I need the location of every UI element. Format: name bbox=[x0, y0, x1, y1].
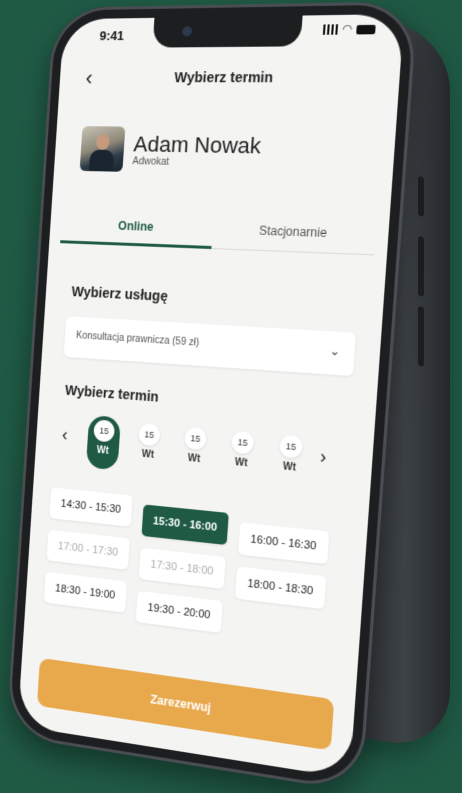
phone-side-button bbox=[418, 176, 424, 217]
profile-role: Adwokat bbox=[132, 155, 170, 168]
chevron-down-icon: ⌄ bbox=[329, 343, 341, 359]
date-chip[interactable]: 15 Wt bbox=[223, 426, 261, 483]
date-number: 15 bbox=[279, 434, 303, 459]
profile-card: Adam Nowak Adwokat bbox=[79, 126, 263, 175]
profile-name: Adam Nowak bbox=[132, 131, 262, 158]
date-chip[interactable]: 15 Wt bbox=[176, 422, 213, 479]
date-chip[interactable]: 15 Wt bbox=[85, 415, 121, 471]
avatar-suit bbox=[88, 149, 115, 172]
phone-notch bbox=[152, 15, 303, 48]
date-number: 15 bbox=[231, 430, 255, 455]
tab-stacjonarnie[interactable]: Stacjonarnie bbox=[211, 214, 376, 254]
time-slot[interactable]: 18:00 - 18:30 bbox=[234, 566, 327, 610]
term-section-title: Wybierz termin bbox=[64, 382, 160, 405]
date-day: Wt bbox=[282, 461, 297, 474]
page-title: Wybierz termin bbox=[173, 68, 274, 86]
time-slot[interactable]: 16:00 - 16:30 bbox=[237, 522, 330, 565]
time-slot[interactable]: 18:30 - 19:00 bbox=[43, 571, 127, 613]
signal-icon bbox=[323, 24, 339, 35]
date-chip[interactable]: 15 Wt bbox=[131, 419, 167, 475]
status-time: 9:41 bbox=[99, 28, 125, 44]
date-number: 15 bbox=[138, 423, 161, 447]
phone-screen: 9:41 ◠ ‹ Wybierz termin Adam Nowak Adwok… bbox=[17, 13, 405, 779]
date-day: Wt bbox=[187, 452, 201, 466]
date-day: Wt bbox=[234, 457, 248, 470]
date-day: Wt bbox=[141, 448, 155, 461]
phone-side-button bbox=[418, 236, 424, 297]
service-section-title: Wybierz usługę bbox=[71, 283, 169, 304]
phone-side-button bbox=[418, 306, 424, 367]
tab-online[interactable]: Online bbox=[60, 209, 214, 248]
avatar bbox=[79, 126, 126, 172]
wifi-icon: ◠ bbox=[341, 23, 353, 36]
chevron-left-icon[interactable]: ‹ bbox=[61, 425, 69, 446]
profile-text: Adam Nowak Adwokat bbox=[132, 131, 262, 169]
service-select[interactable]: Konsultacja prawnicza (59 zł) ⌄ bbox=[63, 316, 357, 377]
avatar-head bbox=[95, 134, 110, 150]
date-number: 15 bbox=[184, 426, 207, 451]
camera-icon bbox=[181, 26, 193, 37]
date-picker: ‹ 15 Wt 15 Wt 15 Wt 15 Wt 15 Wt › bbox=[44, 408, 366, 495]
time-slots: 14:30 - 15:30 15:30 - 16:00 16:00 - 16:3… bbox=[43, 487, 347, 633]
time-slot[interactable]: 19:30 - 20:00 bbox=[135, 590, 223, 633]
battery-icon bbox=[356, 24, 376, 34]
date-chip[interactable]: 15 Wt bbox=[271, 430, 309, 488]
time-slot: 17:30 - 18:00 bbox=[138, 547, 226, 590]
date-number: 15 bbox=[93, 419, 116, 443]
status-icons: ◠ bbox=[323, 23, 376, 36]
date-day: Wt bbox=[96, 444, 110, 457]
time-slot[interactable]: 14:30 - 15:30 bbox=[49, 487, 133, 527]
chevron-right-icon[interactable]: › bbox=[319, 446, 327, 468]
header: ‹ Wybierz termin bbox=[59, 62, 401, 93]
service-select-value: Konsultacja prawnicza (59 zł) bbox=[75, 330, 200, 349]
time-slot[interactable]: 15:30 - 16:00 bbox=[141, 504, 229, 546]
time-slot: 17:00 - 17:30 bbox=[46, 529, 130, 570]
tabs: Online Stacjonarnie bbox=[60, 209, 377, 256]
reserve-button[interactable]: Zarezerwuj bbox=[36, 657, 335, 751]
phone-frame: 9:41 ◠ ‹ Wybierz termin Adam Nowak Adwok… bbox=[6, 1, 418, 793]
